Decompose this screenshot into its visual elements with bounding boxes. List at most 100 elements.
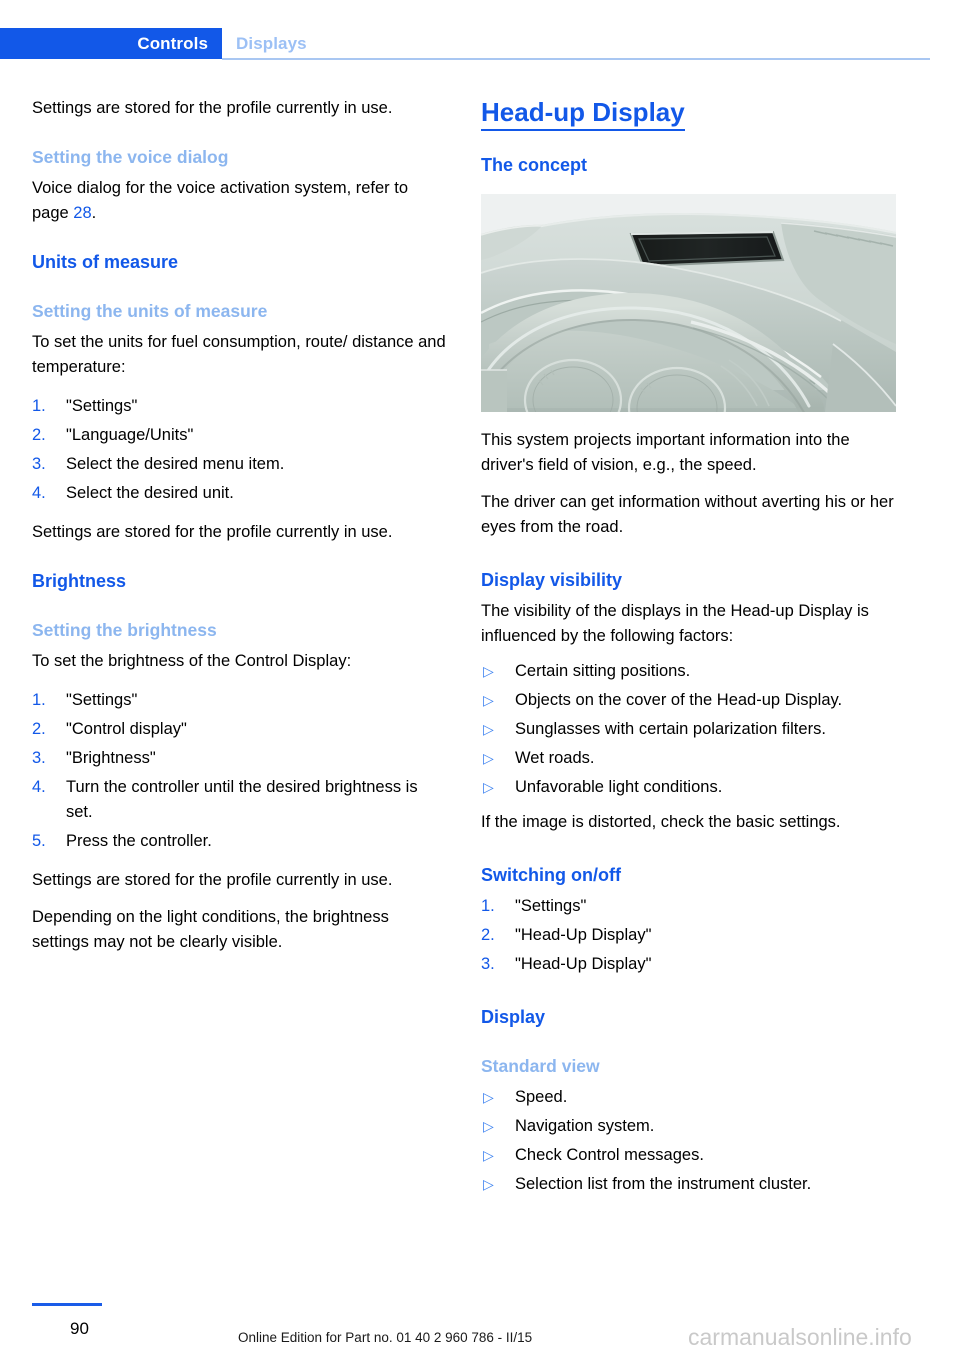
dashboard-illustration-svg xyxy=(481,194,896,412)
list-item: 2. "Control display" xyxy=(32,717,447,742)
triangle-bullet-icon: ▷ xyxy=(483,663,494,679)
list-item: ▷ Navigation system. xyxy=(481,1114,896,1139)
triangle-bullet-icon: ▷ xyxy=(483,1176,494,1192)
tab-displays-label: Displays xyxy=(236,33,307,53)
list-marker: 1. xyxy=(32,397,46,415)
list-item: 4. Turn the controller until the desired … xyxy=(32,775,447,825)
list-item: 4. Select the desired unit. xyxy=(32,481,447,506)
brightness-steps-list: 1. "Settings" 2. "Control display" 3. "Brig… xyxy=(32,688,447,854)
list-item: 1. "Settings" xyxy=(32,688,447,713)
tab-controls-label: Controls xyxy=(137,33,208,53)
list-text: "Settings" xyxy=(66,691,138,709)
list-text: Select the desired menu item. xyxy=(66,455,285,473)
list-item: ▷ Selection list from the instrument clus… xyxy=(481,1172,896,1197)
list-item: 5. Press the controller. xyxy=(32,829,447,854)
list-marker: 4. xyxy=(32,778,46,796)
heading-setting-brightness: Setting the brightness xyxy=(32,620,217,640)
voice-dialog-paragraph: Voice dialog for the voice activation sy… xyxy=(32,176,447,226)
list-item: 3. "Head-Up Display" xyxy=(481,952,896,977)
list-marker: 3. xyxy=(32,749,46,767)
tab-controls[interactable]: Controls xyxy=(0,28,222,59)
list-marker: 5. xyxy=(32,832,46,850)
intro-paragraph: Settings are stored for the profile curr… xyxy=(32,99,393,117)
page-reference-link[interactable]: 28 xyxy=(73,204,91,222)
right-column: Head-up Display The concept This system … xyxy=(481,96,896,1201)
tab-displays[interactable]: Displays xyxy=(236,28,307,59)
list-item: ▷ Objects on the cover of the Head-up Dis… xyxy=(481,688,896,713)
list-text: Select the desired unit. xyxy=(66,484,234,502)
list-item: 2. "Head-Up Display" xyxy=(481,923,896,948)
list-text: Unfavorable light conditions. xyxy=(515,778,723,796)
triangle-bullet-icon: ▷ xyxy=(483,721,494,737)
header-divider xyxy=(222,58,930,60)
brightness-closing-paragraph-1: Settings are stored for the profile curr… xyxy=(32,871,393,889)
left-column: Settings are stored for the profile curr… xyxy=(32,96,447,955)
list-text: Sunglasses with certain polarization fil… xyxy=(515,720,826,738)
list-text: "Head-Up Display" xyxy=(515,926,652,944)
list-item: 3. Select the desired menu item. xyxy=(32,452,447,477)
list-text: Selection list from the instrument clust… xyxy=(515,1175,812,1193)
units-closing-paragraph: Settings are stored for the profile curr… xyxy=(32,523,393,541)
triangle-bullet-icon: ▷ xyxy=(483,1147,494,1163)
list-item: ▷ Certain sitting positions. xyxy=(481,659,896,684)
list-item: ▷ Sunglasses with certain polarization fi… xyxy=(481,717,896,742)
list-marker: 4. xyxy=(32,484,46,502)
triangle-bullet-icon: ▷ xyxy=(483,1089,494,1105)
list-text: Wet roads. xyxy=(515,749,595,767)
list-text: "Settings" xyxy=(515,897,587,915)
triangle-bullet-icon: ▷ xyxy=(483,1118,494,1134)
heading-setting-voice-dialog: Setting the voice dialog xyxy=(32,147,229,167)
display-visibility-bullet-list: ▷ Certain sitting positions. ▷ Objects on … xyxy=(481,659,896,800)
list-text: Turn the controller until the desired br… xyxy=(66,778,418,821)
triangle-bullet-icon: ▷ xyxy=(483,692,494,708)
list-text: Speed. xyxy=(515,1088,568,1106)
heading-units-of-measure: Units of measure xyxy=(32,252,179,272)
switching-steps-list: 1. "Settings" 2. "Head-Up Display" 3. "Head… xyxy=(481,894,896,977)
concept-paragraph-2: The driver can get information without a… xyxy=(481,493,894,536)
heading-switching-on-off: Switching on/off xyxy=(481,865,621,885)
page-title: Head-up Display xyxy=(481,96,685,131)
list-item: 3. "Brightness" xyxy=(32,746,447,771)
heading-display-visibility: Display visibility xyxy=(481,570,623,590)
site-watermark: carmanualsonline.info xyxy=(688,1324,912,1350)
list-marker: 3. xyxy=(481,955,495,973)
list-item: ▷ Check Control messages. xyxy=(481,1143,896,1168)
list-marker: 1. xyxy=(481,897,495,915)
head-up-display-illustration xyxy=(481,194,896,412)
list-item: 2. "Language/Units" xyxy=(32,423,447,448)
triangle-bullet-icon: ▷ xyxy=(483,750,494,766)
brightness-intro-paragraph: To set the brightness of the Control Dis… xyxy=(32,652,352,670)
list-marker: 3. xyxy=(32,455,46,473)
list-item: ▷ Unfavorable light conditions. xyxy=(481,775,896,800)
list-text: "Brightness" xyxy=(66,749,156,767)
brightness-closing-paragraph-2: Depending on the light conditions, the b… xyxy=(32,908,389,951)
list-text: Certain sitting positions. xyxy=(515,662,691,680)
concept-paragraph-1: This system projects important informati… xyxy=(481,431,850,474)
list-text: "Head-Up Display" xyxy=(515,955,652,973)
units-steps-list: 1. "Settings" 2. "Language/Units" 3. Select… xyxy=(32,394,447,506)
list-item: 1. "Settings" xyxy=(481,894,896,919)
list-item: ▷ Speed. xyxy=(481,1085,896,1110)
display-visibility-closing: If the image is distorted, check the bas… xyxy=(481,813,841,831)
list-text: "Language/Units" xyxy=(66,426,194,444)
heading-brightness: Brightness xyxy=(32,571,127,591)
triangle-bullet-icon: ▷ xyxy=(483,779,494,795)
list-text: "Settings" xyxy=(66,397,138,415)
list-text: Navigation system. xyxy=(515,1117,655,1135)
list-marker: 2. xyxy=(32,720,46,738)
page-number: 90 xyxy=(70,1319,89,1338)
display-visibility-intro: The visibility of the displays in the He… xyxy=(481,602,869,645)
units-intro-paragraph: To set the units for fuel consumption, r… xyxy=(32,333,446,376)
list-text: Check Control messages. xyxy=(515,1146,704,1164)
edition-note: Online Edition for Part no. 01 40 2 960 … xyxy=(238,1330,533,1345)
list-text: "Control display" xyxy=(66,720,187,738)
heading-the-concept: The concept xyxy=(481,155,588,175)
list-item: ▷ Wet roads. xyxy=(481,746,896,771)
list-marker: 2. xyxy=(481,926,495,944)
list-marker: 2. xyxy=(32,426,46,444)
list-item: 1. "Settings" xyxy=(32,394,447,419)
heading-display: Display xyxy=(481,1007,546,1027)
voice-dialog-text-after: . xyxy=(91,204,97,222)
page-header: Controls Displays xyxy=(0,28,960,60)
heading-setting-units-of-measure: Setting the units of measure xyxy=(32,301,268,321)
